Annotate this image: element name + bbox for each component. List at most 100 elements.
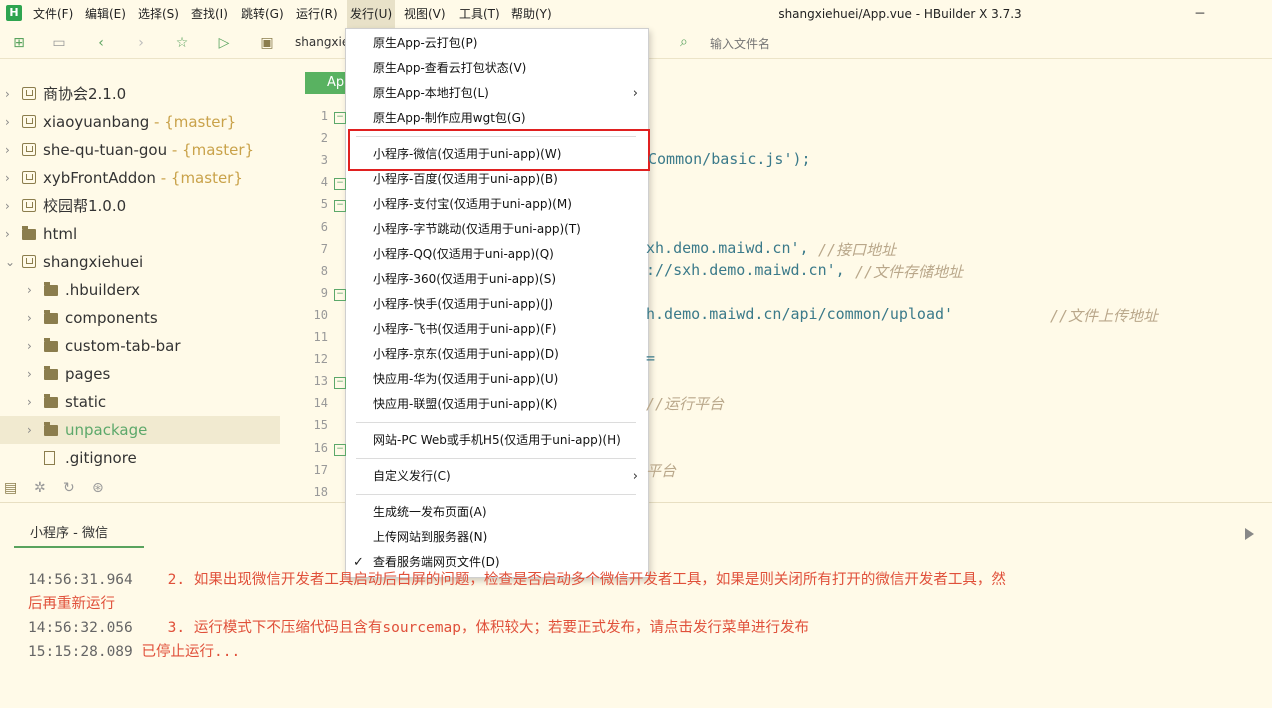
run-icon[interactable]: ▷ [215, 34, 233, 52]
chevron-right-icon[interactable]: › [5, 108, 17, 136]
explorer-icon[interactable]: ▤ [4, 480, 17, 496]
menu-item-label: 快应用-华为(仅适用于uni-app)(U) [373, 372, 559, 386]
publish-menu-item[interactable]: 生成统一发布页面(A) [346, 500, 648, 525]
log-line: 后再重新运行 [28, 592, 115, 613]
submenu-arrow-icon: › [632, 469, 638, 484]
publish-menu-item[interactable]: 小程序-360(仅适用于uni-app)(S) [346, 267, 648, 292]
bug-icon[interactable]: ✲ [34, 480, 46, 496]
project-explorer: › 商协会2.1.0 › xiaoyuanbang - {master} › she-qu… [0, 60, 288, 500]
breadcrumb[interactable]: shangxie [295, 35, 349, 49]
chevron-right-icon[interactable]: › [5, 220, 17, 248]
console-tab-wechat[interactable]: 小程序 - 微信 [14, 520, 144, 548]
line-number: 9 [320, 285, 328, 300]
code-fragment: h.demo.maiwd.cn/api/common/upload' [646, 304, 954, 323]
line-number: 7 [320, 241, 328, 256]
chevron-right-icon[interactable]: › [5, 164, 17, 192]
code-fragment: ://sxh.demo.maiwd.cn', [646, 260, 854, 279]
menu-item[interactable]: 工具(T) [456, 0, 503, 28]
chevron-right-icon[interactable]: › [5, 80, 17, 108]
new-file-icon[interactable]: ⊞ [10, 34, 28, 52]
menu-item[interactable]: 跳转(G) [238, 0, 287, 28]
chevron-right-icon[interactable]: › [27, 276, 39, 304]
menu-item-label: 小程序-支付宝(仅适用于uni-app)(M) [373, 197, 572, 211]
tree-item[interactable]: › unpackage [0, 416, 280, 444]
plugin-icon[interactable]: ⊛ [92, 480, 104, 496]
menu-item[interactable]: 发行(U) [347, 0, 396, 28]
save-icon[interactable]: ▭ [50, 34, 68, 52]
forward-icon[interactable]: › [132, 34, 150, 52]
publish-menu-item[interactable]: 原生App-云打包(P) [346, 31, 648, 56]
chevron-right-icon[interactable]: › [27, 416, 39, 444]
fold-toggle-icon[interactable]: − [334, 112, 346, 124]
tree-item[interactable]: › html [0, 220, 280, 248]
line-number: 12 [313, 352, 328, 367]
tree-item[interactable]: › 商协会2.1.0 [0, 80, 280, 108]
chevron-right-icon[interactable]: › [27, 332, 39, 360]
tree-item[interactable]: › static [0, 388, 280, 416]
publish-menu-item[interactable]: 小程序-字节跳动(仅适用于uni-app)(T) [346, 217, 648, 242]
publish-menu-item[interactable]: 原生App-制作应用wgt包(G) [346, 106, 648, 131]
publish-menu-item[interactable]: 快应用-华为(仅适用于uni-app)(U) [346, 367, 648, 392]
line-number: 1 [320, 109, 328, 123]
publish-menu-item[interactable]: 小程序-支付宝(仅适用于uni-app)(M) [346, 192, 648, 217]
publish-menu-item[interactable]: 网站-PC Web或手机H5(仅适用于uni-app)(H) [346, 428, 648, 453]
menu-item-label: 自定义发行(C) [373, 469, 451, 483]
menu-item[interactable]: 查找(I) [188, 0, 231, 28]
publish-menu-item[interactable]: 自定义发行(C) › [346, 464, 648, 489]
chevron-right-icon[interactable]: › [27, 304, 39, 332]
menu-item[interactable]: 文件(F) [30, 0, 76, 28]
tree-item[interactable]: › xiaoyuanbang - {master} [0, 108, 280, 136]
minimize-icon[interactable]: ─ [1180, 0, 1220, 28]
publish-menu-item[interactable]: 原生App-查看云打包状态(V) [346, 56, 648, 81]
chevron-down-icon[interactable]: ⌄ [5, 248, 17, 276]
fold-toggle-icon[interactable]: − [334, 288, 346, 301]
project-icon [22, 199, 36, 212]
fold-toggle-icon[interactable]: − [334, 200, 346, 213]
menu-item[interactable]: 选择(S) [135, 0, 182, 28]
publish-menu-item[interactable]: 上传网站到服务器(N) [346, 525, 648, 550]
folder-icon [44, 394, 58, 408]
publish-menu-item[interactable]: 快应用-联盟(仅适用于uni-app)(K) [346, 392, 648, 417]
tree-item[interactable]: .gitignore [0, 444, 280, 472]
chevron-right-icon[interactable]: › [27, 388, 39, 416]
refresh-icon[interactable]: ↻ [63, 480, 75, 496]
menu-item[interactable]: 帮助(Y) [508, 0, 555, 28]
tree-item-label: components [65, 304, 158, 332]
menu-item[interactable]: 视图(V) [401, 0, 449, 28]
tree-item-label: 校园帮1.0.0 [43, 192, 126, 220]
publish-menu-item[interactable]: 小程序-快手(仅适用于uni-app)(J) [346, 292, 648, 317]
tree-item[interactable]: › custom-tab-bar [0, 332, 280, 360]
chevron-right-icon[interactable]: › [27, 360, 39, 388]
line-number: 15 [313, 418, 328, 433]
fold-toggle-icon[interactable]: − [334, 443, 346, 456]
publish-menu-item[interactable]: 原生App-本地打包(L) › [346, 81, 648, 106]
menu-item[interactable]: 运行(R) [293, 0, 341, 28]
line-number: 5 [320, 197, 328, 212]
code-comment: //接口地址 [818, 240, 897, 259]
publish-menu-item[interactable]: 小程序-飞书(仅适用于uni-app)(F) [346, 317, 648, 342]
back-icon[interactable]: ‹ [92, 34, 110, 52]
tree-item[interactable]: ⌄ shangxiehuei [0, 248, 280, 276]
tree-item[interactable]: › she-qu-tuan-gou - {master} [0, 136, 280, 164]
publish-menu-item[interactable]: 小程序-QQ(仅适用于uni-app)(Q) [346, 242, 648, 267]
publish-menu-item[interactable]: 小程序-京东(仅适用于uni-app)(D) [346, 342, 648, 367]
chevron-right-icon[interactable]: › [5, 136, 17, 164]
star-icon[interactable]: ☆ [173, 34, 191, 52]
project-icon [22, 115, 36, 128]
item-name: she-qu-tuan-gou [43, 141, 168, 159]
folder-icon [44, 310, 58, 324]
play-icon[interactable] [1245, 528, 1254, 540]
item-name: shangxiehuei [43, 253, 144, 271]
project-icon: ▣ [260, 35, 274, 51]
tree-item[interactable]: › 校园帮1.0.0 [0, 192, 280, 220]
tree-item[interactable]: › .hbuilderx [0, 276, 280, 304]
tree-item[interactable]: › xybFrontAddon - {master} [0, 164, 280, 192]
fold-toggle-icon[interactable]: − [334, 178, 346, 191]
tree-item[interactable]: › pages [0, 360, 280, 388]
menu-item[interactable]: 编辑(E) [82, 0, 129, 28]
menu-item-label: 小程序-飞书(仅适用于uni-app)(F) [373, 322, 557, 336]
file-search-input[interactable] [708, 32, 1262, 56]
fold-toggle-icon[interactable]: − [334, 377, 346, 390]
tree-item[interactable]: › components [0, 304, 280, 332]
chevron-right-icon[interactable]: › [5, 192, 17, 220]
